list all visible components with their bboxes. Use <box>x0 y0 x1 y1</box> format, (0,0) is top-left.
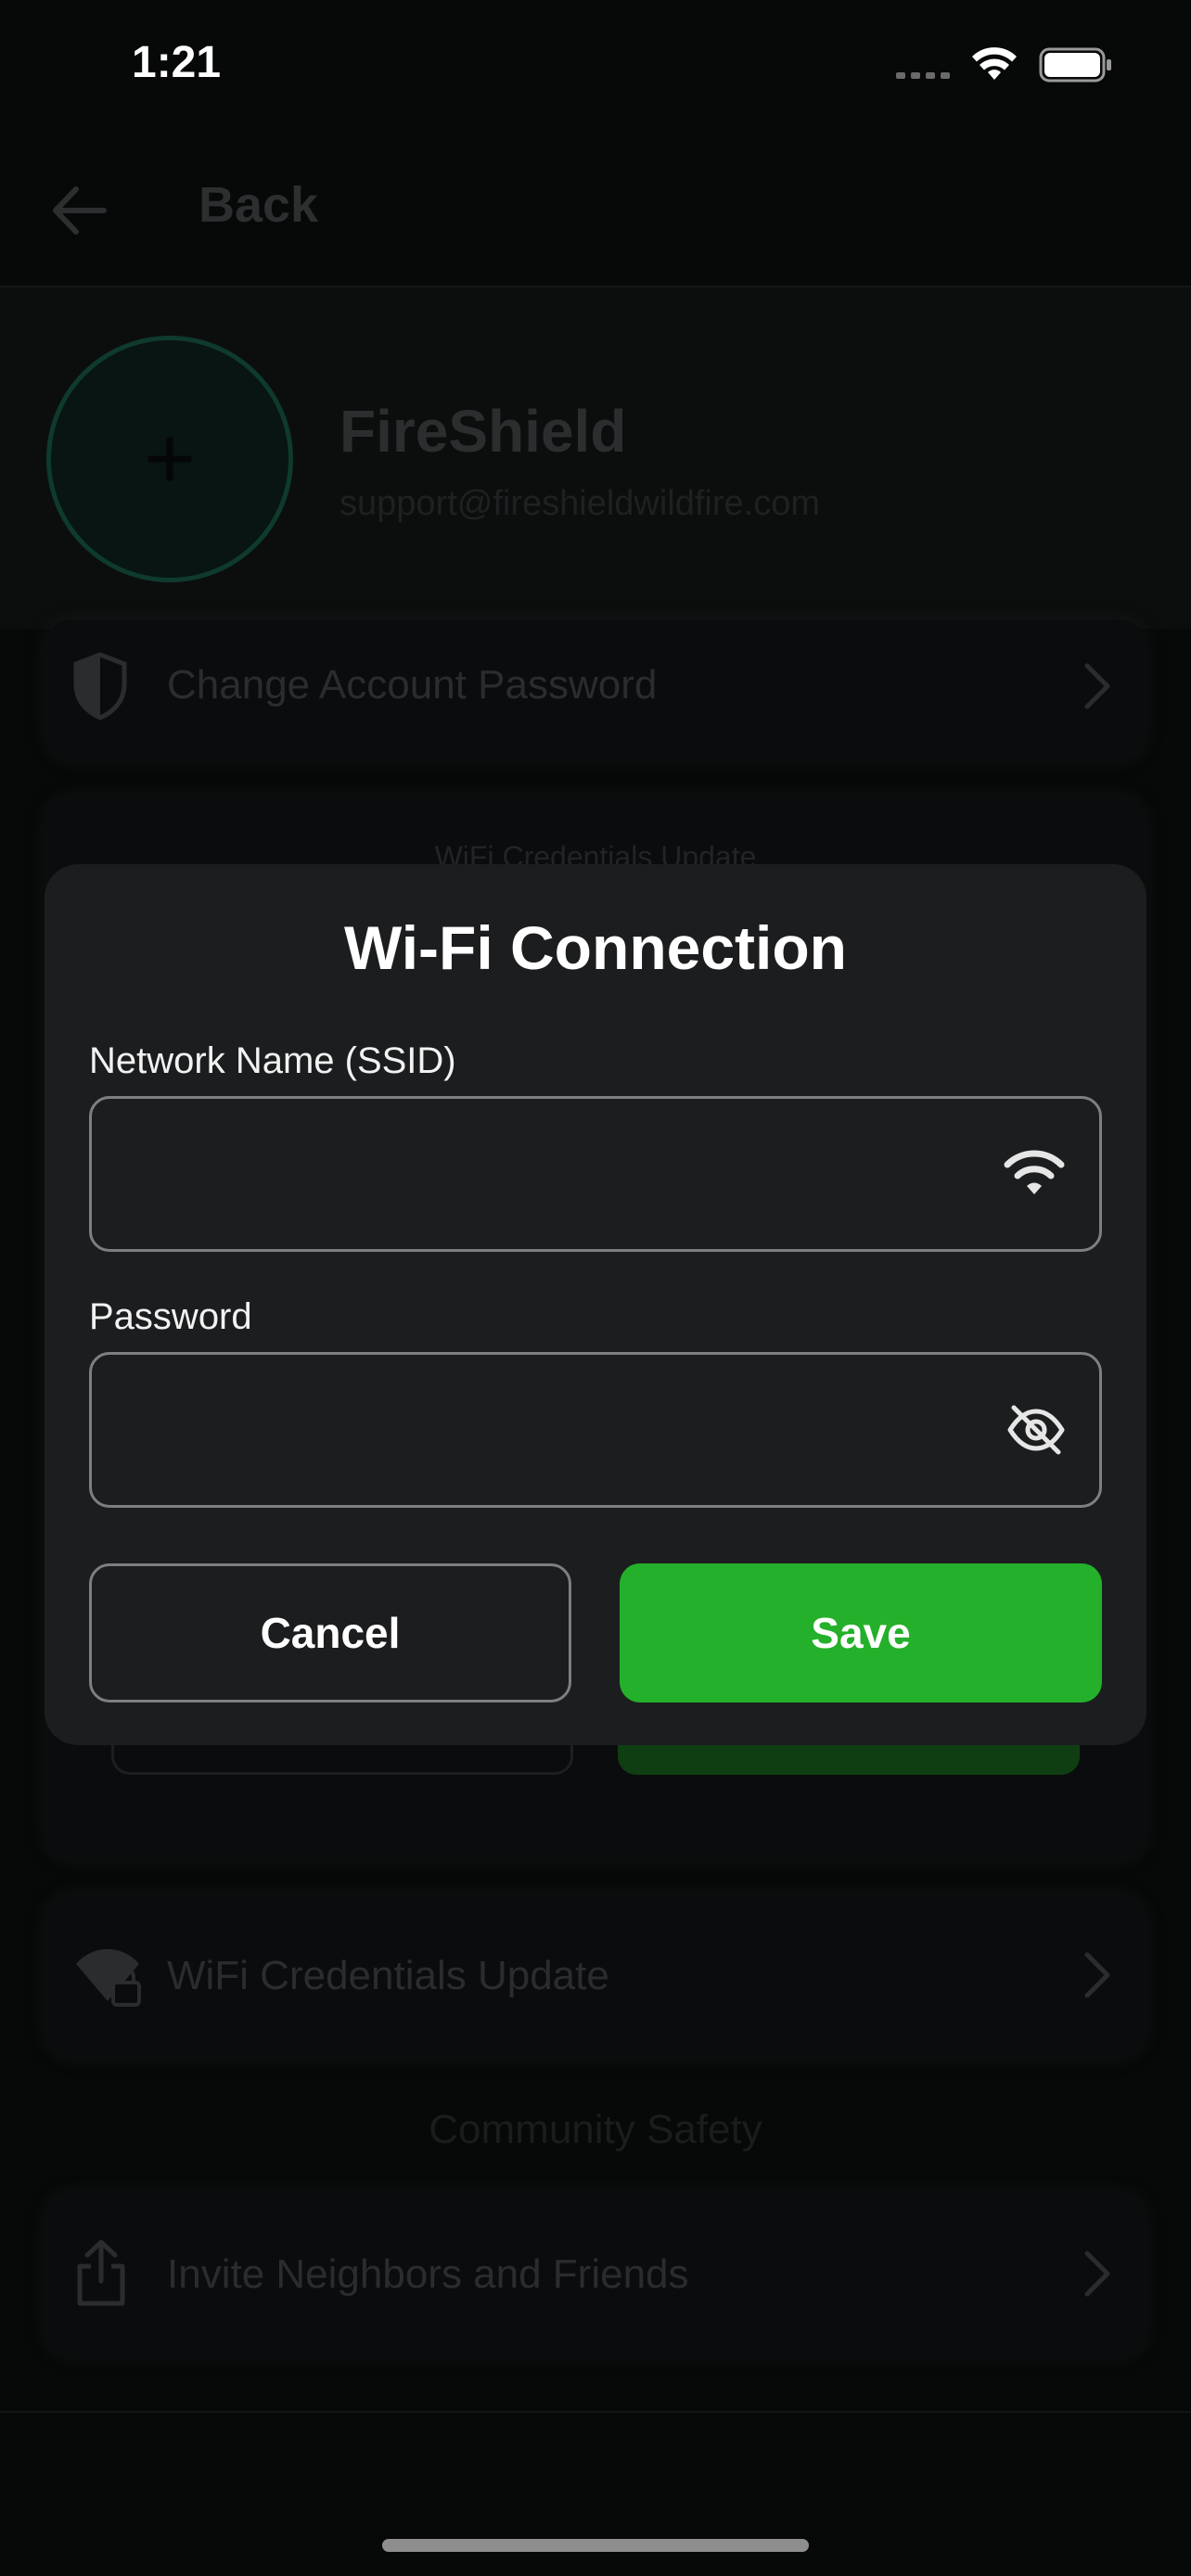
profile-email: support@fireshieldwildfire.com <box>339 484 820 523</box>
chevron-right-icon <box>1084 663 1110 709</box>
profile-section: + FireShield support@fireshieldwildfire.… <box>0 287 1191 629</box>
invite-row[interactable]: Invite Neighbors and Friends <box>45 2192 1146 2357</box>
dialog-title: Wi-Fi Connection <box>344 913 847 982</box>
wifi-icon[interactable] <box>1003 1150 1066 1198</box>
change-password-label: Change Account Password <box>167 662 658 708</box>
section-title-community: Community Safety <box>429 2107 762 2152</box>
wifi-update-label: WiFi Credentials Update <box>167 1953 609 1998</box>
back-arrow-icon[interactable] <box>48 180 109 241</box>
chevron-right-icon <box>1084 1952 1110 1998</box>
avatar[interactable]: + <box>46 336 293 582</box>
password-field[interactable] <box>89 1352 1102 1508</box>
ssid-field[interactable] <box>89 1096 1102 1252</box>
chevron-right-icon <box>1084 2251 1110 2297</box>
cancel-button[interactable]: Cancel <box>89 1563 571 1702</box>
password-input[interactable] <box>120 1355 954 1505</box>
status-icons <box>896 46 1113 83</box>
wifi-connection-dialog: Wi-Fi Connection Network Name (SSID) Pas… <box>45 864 1146 1745</box>
home-indicator[interactable] <box>382 2539 809 2552</box>
wifi-lock-icon <box>76 1948 141 2007</box>
nav-header: Back <box>0 139 1191 287</box>
status-time: 1:21 <box>132 38 222 87</box>
save-button[interactable]: Save <box>620 1563 1102 1702</box>
tab-bar-divider <box>0 2411 1191 2413</box>
change-password-row[interactable]: Change Account Password <box>45 619 1146 760</box>
share-icon <box>77 2239 125 2306</box>
invite-label: Invite Neighbors and Friends <box>167 2251 689 2297</box>
eye-off-icon[interactable] <box>1006 1404 1066 1456</box>
profile-name: FireShield <box>339 398 627 465</box>
ssid-label: Network Name (SSID) <box>89 1040 456 1081</box>
password-label: Password <box>89 1296 252 1337</box>
cellular-signal-icon <box>896 51 950 79</box>
shield-icon <box>73 652 127 721</box>
battery-icon <box>1039 47 1111 83</box>
screen: 1:21 Back + FireShield support@fireshiel… <box>0 0 1191 2576</box>
wifi-update-row[interactable]: WiFi Credentials Update <box>45 1894 1146 2059</box>
ssid-input[interactable] <box>120 1099 954 1249</box>
add-photo-icon: + <box>143 409 197 508</box>
wifi-status-icon <box>972 47 1017 80</box>
back-button[interactable]: Back <box>198 176 318 234</box>
